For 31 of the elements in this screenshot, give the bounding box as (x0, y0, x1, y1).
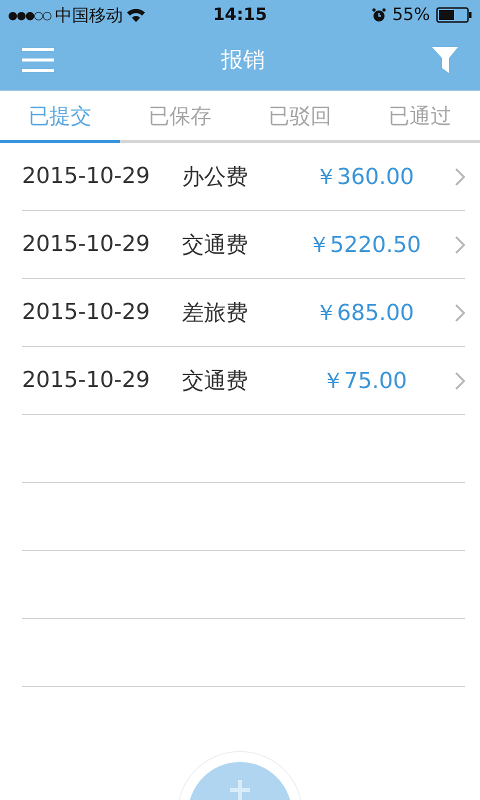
expense-category: 差旅费 (182, 300, 249, 328)
expense-amount: ￥360.00 (314, 164, 415, 192)
chevron-right-icon (455, 304, 465, 322)
expense-amount: ￥5220.50 (307, 232, 422, 260)
expense-date: 2015-10-29 (22, 232, 151, 257)
alarm-icon (372, 8, 386, 22)
filter-button[interactable] (432, 47, 458, 73)
wifi-icon (127, 8, 145, 22)
chevron-right-icon (455, 236, 465, 254)
expense-row[interactable]: 2015-10-29 交通费 ￥75.00 (22, 347, 465, 415)
chevron-right-icon (455, 372, 465, 390)
plus-icon (230, 780, 250, 800)
expense-category: 交通费 (182, 368, 249, 396)
expense-date: 2015-10-29 (22, 300, 151, 325)
expense-row[interactable]: 2015-10-29 差旅费 ￥685.00 (22, 279, 465, 347)
expense-amount: ￥685.00 (314, 300, 415, 328)
expense-category: 交通费 (182, 232, 249, 260)
expense-row[interactable]: 2015-10-29 交通费 ￥5220.50 (22, 211, 465, 279)
battery-icon (436, 7, 472, 23)
expense-date: 2015-10-29 (22, 368, 151, 393)
carrier-name: 中国移动 (55, 4, 123, 26)
signal-dots: ●●●○○ (8, 8, 51, 22)
menu-button[interactable] (22, 48, 54, 72)
chevron-right-icon (455, 168, 465, 186)
page-title: 报销 (221, 47, 265, 75)
expense-date: 2015-10-29 (22, 164, 151, 189)
clock-time: 14:15 (212, 5, 268, 25)
expense-amount: ￥75.00 (321, 368, 408, 396)
battery-percent: 55% (392, 5, 430, 25)
expense-category: 办公费 (182, 164, 249, 192)
expense-row[interactable]: 2015-10-29 办公费 ￥360.00 (22, 143, 465, 211)
